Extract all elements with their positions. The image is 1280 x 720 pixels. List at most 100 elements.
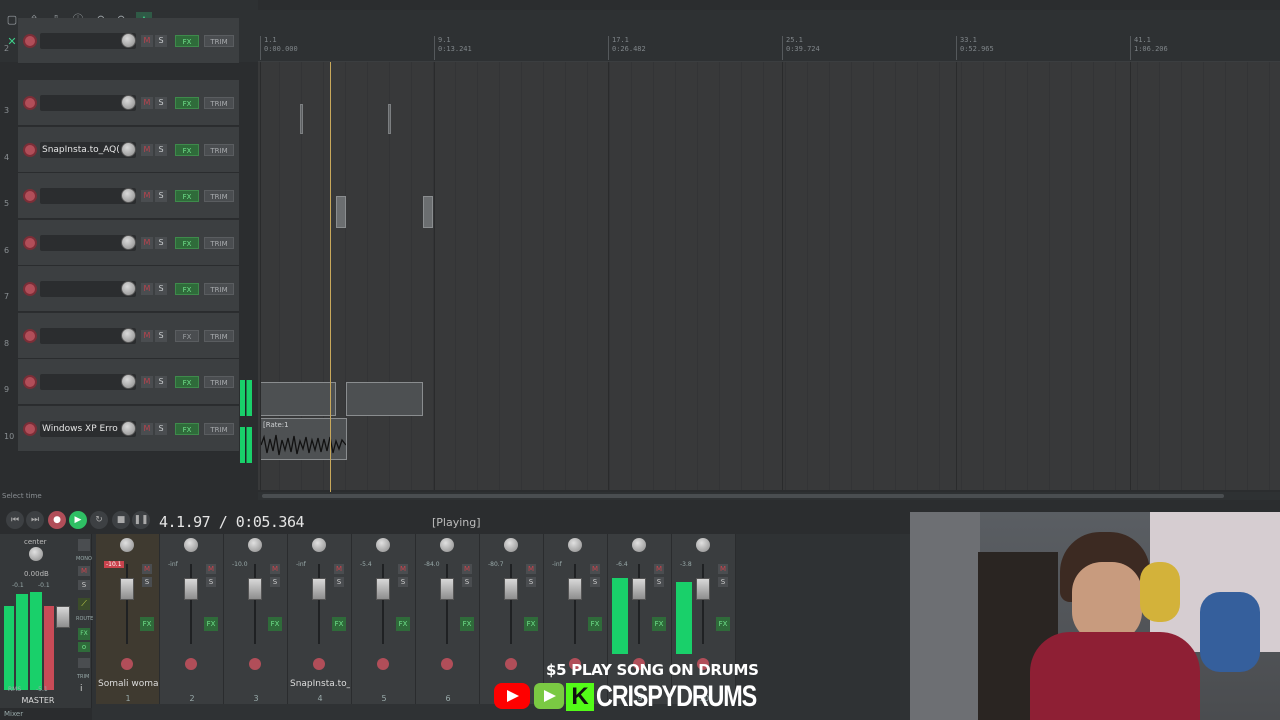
master-info-icon[interactable]: i bbox=[80, 684, 83, 694]
record-arm-icon[interactable] bbox=[505, 658, 517, 670]
fx-button[interactable]: FX bbox=[268, 617, 282, 631]
pan-knob[interactable] bbox=[568, 538, 582, 552]
solo-button[interactable]: S bbox=[334, 577, 344, 587]
solo-button[interactable]: S bbox=[590, 577, 600, 587]
ruler-mark[interactable]: 9.1 0:13.241 bbox=[434, 36, 472, 60]
track-header[interactable]: M S FX TRIM bbox=[18, 219, 239, 266]
record-arm-icon[interactable] bbox=[377, 658, 389, 670]
volume-knob[interactable] bbox=[121, 141, 136, 157]
solo-button[interactable]: S bbox=[206, 577, 216, 587]
master-mono-button[interactable]: MONO bbox=[76, 556, 92, 562]
mute-button[interactable]: M bbox=[590, 564, 600, 574]
record-arm-icon[interactable] bbox=[249, 658, 261, 670]
track-header[interactable]: M S FX TRIM bbox=[18, 173, 239, 219]
pan-knob[interactable] bbox=[632, 538, 646, 552]
playhead[interactable] bbox=[330, 62, 331, 492]
track-header[interactable]: SnapInsta.to_AQ(M S FX TRIM bbox=[18, 126, 239, 173]
fx-button[interactable]: FX bbox=[175, 143, 199, 156]
mixer-strip[interactable]: -10.1 M S FX Somali woma 1 bbox=[96, 534, 160, 704]
audio-item[interactable] bbox=[336, 196, 346, 228]
record-arm-icon[interactable] bbox=[313, 658, 325, 670]
record-button[interactable]: ● bbox=[48, 511, 66, 529]
solo-button[interactable]: S bbox=[155, 143, 167, 156]
go-to-start-button[interactable]: ⏮ bbox=[6, 511, 24, 529]
master-fader[interactable] bbox=[56, 606, 70, 628]
mute-button[interactable]: M bbox=[398, 564, 408, 574]
record-arm-icon[interactable] bbox=[23, 34, 37, 48]
trim-button[interactable]: TRIM bbox=[204, 236, 234, 249]
mute-button[interactable]: M bbox=[270, 564, 280, 574]
master-fx-button[interactable]: FX bbox=[78, 628, 90, 640]
ruler-mark[interactable]: 41.1 1:06.206 bbox=[1130, 36, 1168, 60]
solo-button[interactable]: S bbox=[155, 422, 167, 435]
repeat-button[interactable]: ↻ bbox=[90, 511, 108, 529]
arrange-view[interactable]: [Rate:1 bbox=[258, 62, 1280, 490]
volume-knob[interactable] bbox=[121, 327, 136, 343]
mute-button[interactable]: M bbox=[141, 376, 153, 388]
record-arm-icon[interactable] bbox=[23, 96, 37, 110]
solo-button[interactable]: S bbox=[654, 577, 664, 587]
fx-button[interactable]: FX bbox=[716, 617, 730, 631]
go-to-end-button[interactable]: ⏭ bbox=[26, 511, 44, 529]
mute-button[interactable]: M bbox=[141, 190, 153, 202]
volume-fader[interactable] bbox=[696, 578, 710, 600]
trim-button[interactable]: TRIM bbox=[204, 35, 234, 47]
volume-knob[interactable] bbox=[121, 234, 136, 250]
mixer-tab[interactable]: Mixer bbox=[0, 708, 92, 720]
track-header[interactable]: M S FX TRIM bbox=[18, 18, 239, 64]
volume-fader[interactable] bbox=[120, 578, 134, 600]
mixer-strip[interactable]: -inf M S FX SnapInsta.to_ 4 bbox=[288, 534, 352, 704]
solo-button[interactable]: S bbox=[155, 283, 167, 295]
fx-button[interactable]: FX bbox=[396, 617, 410, 631]
play-button[interactable]: ▶ bbox=[69, 511, 87, 529]
track-header[interactable]: M S FX TRIM bbox=[18, 80, 239, 126]
volume-knob[interactable] bbox=[121, 281, 136, 296]
ruler-mark[interactable]: 33.1 0:52.965 bbox=[956, 36, 994, 60]
pan-knob[interactable] bbox=[504, 538, 518, 552]
trim-button[interactable]: TRIM bbox=[204, 143, 234, 156]
fx-button[interactable]: FX bbox=[175, 329, 199, 342]
mute-button[interactable]: M bbox=[142, 564, 152, 574]
solo-button[interactable]: S bbox=[462, 577, 472, 587]
track-header[interactable]: Windows XP Erro M S FX TRIM bbox=[18, 405, 239, 452]
volume-fader[interactable] bbox=[568, 578, 582, 600]
volume-fader[interactable] bbox=[376, 578, 390, 600]
pan-knob[interactable] bbox=[248, 538, 262, 552]
scrollbar-thumb[interactable] bbox=[262, 494, 1224, 498]
solo-button[interactable]: S bbox=[155, 376, 167, 388]
master-solo-button[interactable]: S bbox=[78, 580, 90, 590]
record-arm-icon[interactable] bbox=[23, 375, 37, 389]
volume-fader[interactable] bbox=[504, 578, 518, 600]
fx-button[interactable]: FX bbox=[460, 617, 474, 631]
mixer-strip[interactable]: -80.7MSFX7 bbox=[480, 534, 544, 704]
pan-knob[interactable] bbox=[312, 538, 326, 552]
pan-knob[interactable] bbox=[440, 538, 454, 552]
volume-knob[interactable] bbox=[121, 188, 136, 203]
mute-button[interactable]: M bbox=[141, 35, 153, 47]
volume-fader[interactable] bbox=[632, 578, 646, 600]
fx-button[interactable]: FX bbox=[175, 190, 199, 202]
ruler-mark[interactable]: 1.1 0:00.000 bbox=[260, 36, 298, 60]
mixer-strip[interactable]: -10.0 M S FX 3 bbox=[224, 534, 288, 704]
fx-button[interactable]: FX bbox=[652, 617, 666, 631]
trim-button[interactable]: TRIM bbox=[204, 190, 234, 202]
mute-button[interactable]: M bbox=[141, 283, 153, 295]
solo-button[interactable]: S bbox=[526, 577, 536, 587]
master-route-button[interactable]: ROUTE bbox=[76, 616, 93, 622]
solo-button[interactable]: S bbox=[155, 236, 167, 249]
mute-button[interactable]: M bbox=[141, 143, 153, 156]
ruler-mark[interactable]: 17.1 0:26.482 bbox=[608, 36, 646, 60]
master-phase-icon[interactable] bbox=[78, 658, 90, 668]
solo-button[interactable]: S bbox=[155, 97, 167, 109]
mute-button[interactable]: M bbox=[718, 564, 728, 574]
record-arm-icon[interactable] bbox=[121, 658, 133, 670]
trim-button[interactable]: TRIM bbox=[204, 283, 234, 295]
pan-knob[interactable] bbox=[120, 538, 134, 552]
record-arm-icon[interactable] bbox=[23, 421, 37, 436]
timeline-ruler[interactable]: 1.1 0:00.000 9.1 0:13.241 17.1 0:26.482 25.1 0:… bbox=[258, 34, 1280, 62]
stop-button[interactable]: ■ bbox=[112, 511, 130, 529]
trim-button[interactable]: TRIM bbox=[204, 422, 234, 435]
solo-button[interactable]: S bbox=[155, 190, 167, 202]
volume-fader[interactable] bbox=[248, 578, 262, 600]
solo-button[interactable]: S bbox=[718, 577, 728, 587]
